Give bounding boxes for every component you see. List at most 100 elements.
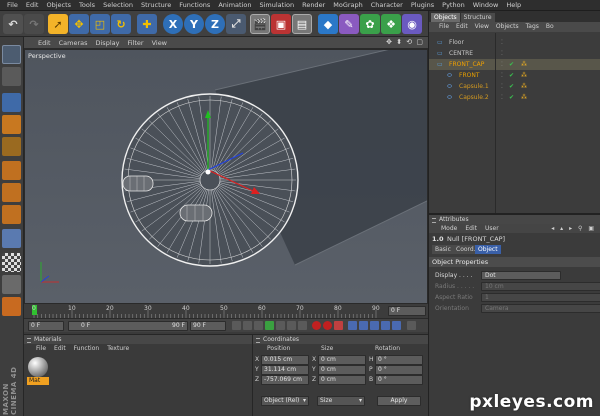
om-menu-file[interactable]: File — [439, 22, 449, 32]
key-scale-icon[interactable] — [359, 321, 368, 330]
menu-selection[interactable]: Selection — [99, 1, 137, 9]
visibility-dots-icon[interactable]: ⁚ — [501, 92, 503, 103]
attr-field-input[interactable]: Camera — [481, 304, 600, 313]
attr-menu-edit[interactable]: Edit — [465, 224, 477, 233]
tag-icon[interactable]: ⁂ — [521, 81, 527, 92]
om-menu-objects[interactable]: Objects — [496, 22, 519, 32]
coord-rot-field[interactable]: 0 ° — [375, 355, 423, 365]
edit-render-settings-icon[interactable]: ▤ — [292, 14, 312, 34]
om-menu-bookmarks[interactable]: Bo — [546, 22, 554, 32]
coord-pos-field[interactable]: -757.069 cm — [261, 375, 309, 385]
menu-window[interactable]: Window — [469, 1, 503, 9]
menu-functions[interactable]: Functions — [175, 1, 214, 9]
mat-menu-edit[interactable]: Edit — [54, 344, 66, 353]
attr-menu-mode[interactable]: Mode — [441, 224, 457, 233]
tag-icon[interactable]: ⁂ — [521, 59, 527, 70]
object-row-floor[interactable]: ▭ Floor ⁚ — [429, 37, 600, 48]
coord-mode-select[interactable]: Object (Rel) ▾ — [261, 396, 309, 406]
timeline-menu-icon[interactable] — [407, 321, 416, 330]
vp-menu-display[interactable]: Display — [92, 39, 124, 47]
coord-size-select[interactable]: Size ▾ — [317, 396, 365, 406]
menu-help[interactable]: Help — [502, 1, 525, 9]
key-parameter-icon[interactable] — [381, 321, 390, 330]
add-icon[interactable]: ✚ — [137, 14, 157, 34]
goto-start-icon[interactable] — [232, 321, 241, 330]
coord-rot-field[interactable]: 0 ° — [375, 375, 423, 385]
vp-menu-cameras[interactable]: Cameras — [55, 39, 92, 47]
perspective-viewport[interactable]: Perspective — [24, 49, 428, 304]
undo-icon[interactable]: ↶ — [3, 14, 23, 34]
visibility-dots-icon[interactable]: ⁚ — [501, 81, 503, 92]
menu-mograph[interactable]: MoGraph — [329, 1, 367, 9]
redo-icon[interactable]: ↷ — [24, 14, 44, 34]
enabled-check-icon[interactable]: ✔ — [509, 70, 514, 81]
object-mode-icon[interactable] — [2, 93, 21, 112]
attr-nav-icons[interactable]: ◂ ▴ ▸ ⚲ ▣ — [551, 224, 596, 233]
menu-simulation[interactable]: Simulation — [255, 1, 298, 9]
y-axis-icon[interactable]: Y — [184, 14, 204, 34]
menu-tools[interactable]: Tools — [75, 1, 99, 9]
object-row-capsule-2[interactable]: ⬭ Capsule.2 ⁚ ✔ ⁂ — [429, 92, 600, 103]
next-key-icon[interactable] — [287, 321, 296, 330]
polygons-mode-icon[interactable] — [2, 205, 21, 224]
tab-objects[interactable]: Objects — [431, 13, 460, 22]
texture-mode-icon[interactable] — [2, 115, 21, 134]
rotate-icon[interactable]: ↻ — [111, 14, 131, 34]
snapping-icon[interactable] — [2, 275, 21, 294]
end-frame-field[interactable]: 90 F — [190, 321, 226, 331]
menu-render[interactable]: Render — [298, 1, 329, 9]
menu-file[interactable]: File — [3, 1, 22, 9]
autokey-icon[interactable] — [323, 321, 332, 330]
visibility-dots-icon[interactable]: ⁚ — [501, 37, 503, 48]
prev-key-icon[interactable] — [243, 321, 252, 330]
visibility-dots-icon[interactable]: ⁚ — [501, 48, 503, 59]
enabled-check-icon[interactable]: ✔ — [509, 59, 514, 70]
enabled-check-icon[interactable]: ✔ — [509, 92, 514, 103]
mat-menu-function[interactable]: Function — [74, 344, 100, 353]
subdivision-icon[interactable]: ✿ — [360, 14, 380, 34]
record-icon[interactable] — [312, 321, 321, 330]
menu-python[interactable]: Python — [438, 1, 469, 9]
cube-icon[interactable]: ◆ — [318, 14, 338, 34]
goto-end-icon[interactable] — [298, 321, 307, 330]
move-icon[interactable]: ✥ — [69, 14, 89, 34]
coord-size-field[interactable]: 0 cm — [318, 355, 366, 365]
key-rotation-icon[interactable] — [370, 321, 379, 330]
menu-objects[interactable]: Objects — [42, 1, 75, 9]
attr-field-input[interactable]: 1 — [481, 293, 600, 302]
model-mode-icon[interactable] — [2, 67, 21, 86]
apply-button[interactable]: Apply — [377, 396, 421, 406]
coord-pos-field[interactable]: 0.015 cm — [261, 355, 309, 365]
menu-plugins[interactable]: Plugins — [407, 1, 438, 9]
tab-structure[interactable]: Structure — [460, 13, 495, 22]
edges-mode-icon[interactable] — [2, 183, 21, 202]
coordinate-system-icon[interactable]: ⤢ — [226, 14, 246, 34]
object-row-capsule-1[interactable]: ⬭ Capsule.1 ⁚ ✔ ⁂ — [429, 81, 600, 92]
range-slider[interactable]: 0 F 90 F — [68, 321, 188, 331]
menu-animation[interactable]: Animation — [214, 1, 255, 9]
menu-structure[interactable]: Structure — [137, 1, 175, 9]
vp-menu-view[interactable]: View — [148, 39, 171, 47]
render-view-icon[interactable]: 🎬 — [250, 14, 270, 34]
next-frame-icon[interactable] — [276, 321, 285, 330]
attr-tab-basic[interactable]: Basic — [432, 245, 454, 254]
key-pla-icon[interactable] — [392, 321, 401, 330]
visibility-dots-icon[interactable]: ⁚ — [501, 70, 503, 81]
pen-spline-icon[interactable]: ✎ — [339, 14, 359, 34]
start-frame-field[interactable]: 0 F — [28, 321, 64, 331]
timeline-ruler[interactable]: 0 10 20 30 40 50 60 70 80 90 0 F — [24, 304, 428, 318]
om-menu-view[interactable]: View — [475, 22, 489, 32]
tree-divider[interactable] — [495, 33, 496, 213]
coord-size-field[interactable]: 0 cm — [318, 375, 366, 385]
coord-pos-field[interactable]: 31.114 cm — [261, 365, 309, 375]
tag-icon[interactable]: ⁂ — [521, 92, 527, 103]
current-frame-field[interactable]: 0 F — [388, 306, 426, 316]
om-menu-edit[interactable]: Edit — [456, 22, 468, 32]
menu-character[interactable]: Character — [367, 1, 407, 9]
attr-field-input[interactable]: 10 cm — [481, 282, 600, 291]
x-axis-icon[interactable]: X — [163, 14, 183, 34]
axis-mode-icon[interactable] — [2, 229, 21, 248]
make-editable-icon[interactable] — [2, 45, 21, 64]
object-row-centre[interactable]: ▭ CENTRE ⁚ — [429, 48, 600, 59]
attr-menu-user[interactable]: User — [485, 224, 499, 233]
